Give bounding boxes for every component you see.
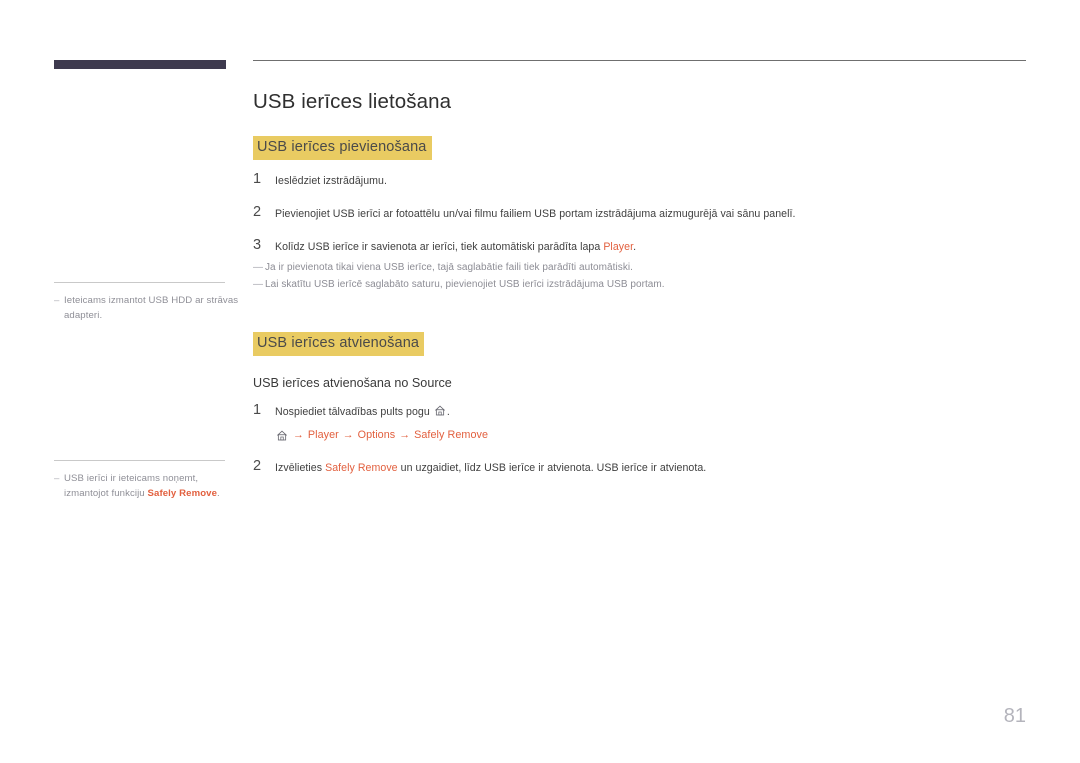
step-text: Kolīdz USB ierīce ir savienota ar ierīci…: [275, 238, 1026, 255]
breadcrumb-separator: →: [293, 428, 304, 443]
step-text: Pievienojiet USB ierīci ar fotoattēlu un…: [275, 205, 1026, 222]
note-dash: ―: [253, 259, 265, 276]
step-text: Ieslēdziet izstrādājumu.: [275, 172, 1026, 189]
sidebar-note-divider: [54, 460, 225, 461]
sidebar-note-text-after: .: [217, 488, 220, 499]
breadcrumb: → Player → Options → Safely Remove: [275, 428, 1026, 443]
breadcrumb-separator: →: [399, 428, 410, 443]
section-notes: ― Ja ir pievienota tikai viena USB ierīc…: [253, 259, 1026, 293]
step-text-after: .: [447, 406, 450, 418]
main-content: USB ierīces lietošana USB ierīces pievie…: [253, 60, 1026, 476]
sidebar-note-divider: [54, 282, 225, 283]
step-item: 2 Pievienojiet USB ierīci ar fotoattēlu …: [253, 205, 1026, 222]
sidebar: [54, 60, 240, 75]
note-item: ― Ja ir pievienota tikai viena USB ierīc…: [253, 259, 1026, 276]
step-text: Izvēlieties Safely Remove un uzgaidiet, …: [275, 459, 1026, 476]
sidebar-note-2: – USB ierīci ir ieteicams noņemt, izmant…: [54, 460, 240, 501]
step-item: 2 Izvēlieties Safely Remove un uzgaidiet…: [253, 459, 1026, 476]
safely-remove-accent: Safely Remove: [148, 488, 218, 499]
section-usb-disconnect: USB ierīces atvienošana USB ierīces atvi…: [253, 311, 1026, 476]
step-text: Nospiediet tālvadības pults pogu .: [275, 403, 1026, 420]
note-dash: ―: [253, 276, 265, 293]
sidebar-note-dash: –: [54, 294, 64, 309]
breadcrumb-separator: →: [343, 428, 354, 443]
player-accent: Player: [603, 241, 633, 253]
note-item: ― Lai skatītu USB ierīcē saglabāto satur…: [253, 276, 1026, 293]
section-heading: USB ierīces pievienošana: [253, 136, 432, 160]
section-usb-connect: USB ierīces pievienošana 1 Ieslēdziet iz…: [253, 115, 1026, 293]
step-number: 2: [253, 205, 275, 220]
step-text-after: .: [633, 241, 636, 253]
step-list: 1 Nospiediet tālvadības pults pogu . → P…: [253, 403, 1026, 476]
safely-remove-accent: Safely Remove: [325, 462, 398, 474]
page-number: 81: [1004, 704, 1026, 728]
sidebar-note-dash: –: [54, 472, 64, 487]
brand-bar: [54, 60, 226, 69]
section-heading: USB ierīces atvienošana: [253, 332, 424, 356]
sidebar-note-text: USB ierīci ir ieteicams noņemt, izmantoj…: [64, 472, 240, 501]
step-number: 3: [253, 238, 275, 253]
page-title: USB ierīces lietošana: [253, 89, 1026, 115]
sidebar-note-1: – Ieteicams izmantot USB HDD ar strāvas …: [54, 282, 240, 323]
breadcrumb-item-options: Options: [358, 428, 396, 443]
step-text-before: Izvēlieties: [275, 462, 325, 474]
home-icon: [434, 405, 446, 416]
step-number: 2: [253, 459, 275, 474]
sub-heading: USB ierīces atvienošana no Source: [253, 375, 1026, 392]
breadcrumb-item-safely-remove: Safely Remove: [414, 428, 488, 443]
sidebar-note-text: Ieteicams izmantot USB HDD ar strāvas ad…: [64, 294, 240, 323]
step-number: 1: [253, 403, 275, 418]
note-text: Ja ir pievienota tikai viena USB ierīce,…: [265, 259, 633, 276]
step-item: 1 Ieslēdziet izstrādājumu.: [253, 172, 1026, 189]
step-text-before: Kolīdz USB ierīce ir savienota ar ierīci…: [275, 241, 603, 253]
step-item: 1 Nospiediet tālvadības pults pogu .: [253, 403, 1026, 420]
note-text: Lai skatītu USB ierīcē saglabāto saturu,…: [265, 276, 665, 293]
breadcrumb-item-player: Player: [308, 428, 339, 443]
step-text-after: un uzgaidiet, līdz USB ierīce ir atvieno…: [398, 462, 707, 474]
step-text-before: Nospiediet tālvadības pults pogu: [275, 406, 433, 418]
step-number: 1: [253, 172, 275, 187]
home-icon: [276, 430, 288, 441]
document-page: – Ieteicams izmantot USB HDD ar strāvas …: [0, 0, 1080, 763]
step-item: 3 Kolīdz USB ierīce ir savienota ar ierī…: [253, 238, 1026, 255]
header-rule: [253, 60, 1026, 61]
step-list: 1 Ieslēdziet izstrādājumu. 2 Pievienojie…: [253, 172, 1026, 255]
